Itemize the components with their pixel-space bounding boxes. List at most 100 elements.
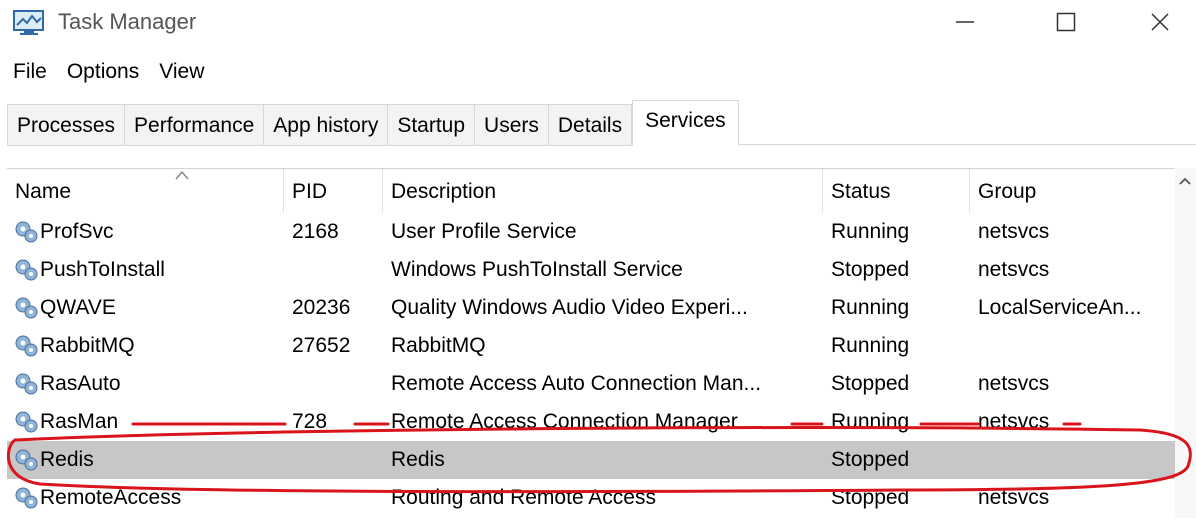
service-gear-icon (13, 447, 39, 473)
cell-description: Windows PushToInstall Service (391, 258, 683, 281)
cell-name: QWAVE (7, 289, 284, 327)
column-header-group[interactable]: Group (970, 169, 1175, 213)
tab-services[interactable]: Services (632, 100, 739, 146)
cell-name: RasMan (7, 403, 284, 441)
cell-pid (284, 441, 383, 479)
cell-status: Running (831, 410, 910, 433)
service-name: ProfSvc (40, 220, 114, 243)
cell-group (970, 327, 1175, 365)
service-gear-icon (13, 371, 39, 397)
minimize-button[interactable] (945, 6, 985, 38)
service-gear-icon (13, 333, 39, 359)
column-header-name[interactable]: Name (7, 169, 284, 213)
tab-details[interactable]: Details (547, 104, 633, 146)
cell-pid: 20236 (292, 296, 351, 319)
column-group-label: Group (978, 180, 1037, 203)
column-pid-label: PID (292, 180, 328, 203)
tab-strip: Processes Performance App history Startu… (7, 100, 739, 146)
close-button[interactable] (1140, 6, 1180, 38)
vertical-scrollbar[interactable] (1175, 168, 1196, 518)
minimize-icon (956, 21, 974, 23)
maximize-button[interactable] (1046, 6, 1086, 38)
cell-description: Quality Windows Audio Video Experi... (391, 296, 748, 319)
service-gear-icon (13, 295, 39, 321)
service-gear-icon (13, 219, 39, 245)
table-row[interactable]: ProfSvc 2168 User Profile Service Running ne… (7, 213, 1175, 251)
column-header-status[interactable]: Status (823, 169, 970, 213)
cell-name: PushToInstall (7, 251, 284, 289)
cell-pid: 2168 (292, 220, 339, 243)
table-row[interactable]: RabbitMQ 27652 RabbitMQ Running (7, 327, 1175, 365)
menu-options[interactable]: Options (58, 56, 150, 90)
cell-group: netsvcs (978, 372, 1050, 395)
sort-ascending-icon (175, 170, 189, 180)
scroll-up-arrow-icon[interactable] (1178, 176, 1192, 186)
cell-group: netsvcs (978, 258, 1050, 281)
menu-file[interactable]: File (0, 56, 58, 90)
service-name: RasAuto (40, 372, 121, 395)
tab-processes[interactable]: Processes (7, 104, 125, 146)
cell-name: ProfSvc (7, 213, 284, 251)
table-row[interactable]: PushToInstall Windows PushToInstall Servi… (7, 251, 1175, 289)
cell-name: RemoteAccess (7, 479, 284, 517)
column-name-label: Name (15, 180, 72, 203)
service-gear-icon (13, 409, 39, 435)
services-table: Name PID Description Status Group ProfSv… (7, 168, 1175, 519)
service-name: QWAVE (40, 296, 116, 319)
service-name: RasMan (40, 410, 119, 433)
close-icon (1151, 13, 1169, 31)
cell-pid: 27652 (292, 334, 351, 357)
cell-status: Stopped (831, 448, 910, 471)
cell-name: RasAuto (7, 365, 284, 403)
cell-group: netsvcs (978, 410, 1050, 433)
cell-description: Remote Access Connection Manager (391, 410, 738, 433)
cell-description: Redis (391, 448, 445, 471)
menu-view[interactable]: View (150, 56, 215, 90)
table-header: Name PID Description Status Group (7, 169, 1175, 213)
service-name: RabbitMQ (40, 334, 135, 357)
cell-pid (284, 479, 383, 517)
cell-description: User Profile Service (391, 220, 577, 243)
maximize-icon (1056, 12, 1076, 32)
cell-status: Running (831, 334, 910, 357)
cell-group: LocalServiceAn... (978, 296, 1142, 319)
cell-name: Redis (7, 441, 284, 479)
column-description-label: Description (391, 180, 497, 203)
cell-group: netsvcs (978, 486, 1050, 509)
table-row[interactable]: QWAVE 20236 Quality Windows Audio Video Ex… (7, 289, 1175, 327)
service-gear-icon (13, 257, 39, 283)
service-gear-icon (13, 485, 39, 511)
table-row[interactable]: Redis Redis Stopped (7, 441, 1175, 479)
column-status-label: Status (831, 180, 891, 203)
window-title: Task Manager (58, 9, 197, 34)
cell-status: Running (831, 296, 910, 319)
title-bar: Task Manager (0, 0, 1196, 46)
column-header-pid[interactable]: PID (284, 169, 383, 213)
tab-users[interactable]: Users (474, 104, 548, 146)
task-manager-icon (13, 10, 44, 35)
cell-pid (284, 365, 383, 403)
cell-status: Stopped (831, 372, 910, 395)
cell-group: netsvcs (978, 220, 1050, 243)
cell-description: RabbitMQ (391, 334, 486, 357)
column-header-description[interactable]: Description (383, 169, 823, 213)
table-row[interactable]: RasAuto Remote Access Auto Connection Man… (7, 365, 1175, 403)
tab-performance[interactable]: Performance (124, 104, 264, 146)
cell-description: Routing and Remote Access (391, 486, 656, 509)
cell-group (970, 441, 1175, 479)
cell-pid: 728 (292, 410, 328, 433)
cell-description: Remote Access Auto Connection Man... (391, 372, 762, 395)
menu-bar: File Options View (0, 56, 215, 90)
tab-app-history[interactable]: App history (263, 104, 388, 146)
tab-startup[interactable]: Startup (387, 104, 475, 146)
cell-status: Stopped (831, 486, 910, 509)
service-name: PushToInstall (40, 258, 165, 281)
cell-name: RabbitMQ (7, 327, 284, 365)
cell-status: Stopped (831, 258, 910, 281)
table-row[interactable]: RemoteAccess Routing and Remote Access Sto… (7, 479, 1175, 517)
table-row[interactable]: RasMan 728 Remote Access Connection Manage… (7, 403, 1175, 441)
service-name: Redis (40, 448, 94, 471)
service-name: RemoteAccess (40, 486, 182, 509)
cell-status: Running (831, 220, 910, 243)
cell-pid (284, 251, 383, 289)
